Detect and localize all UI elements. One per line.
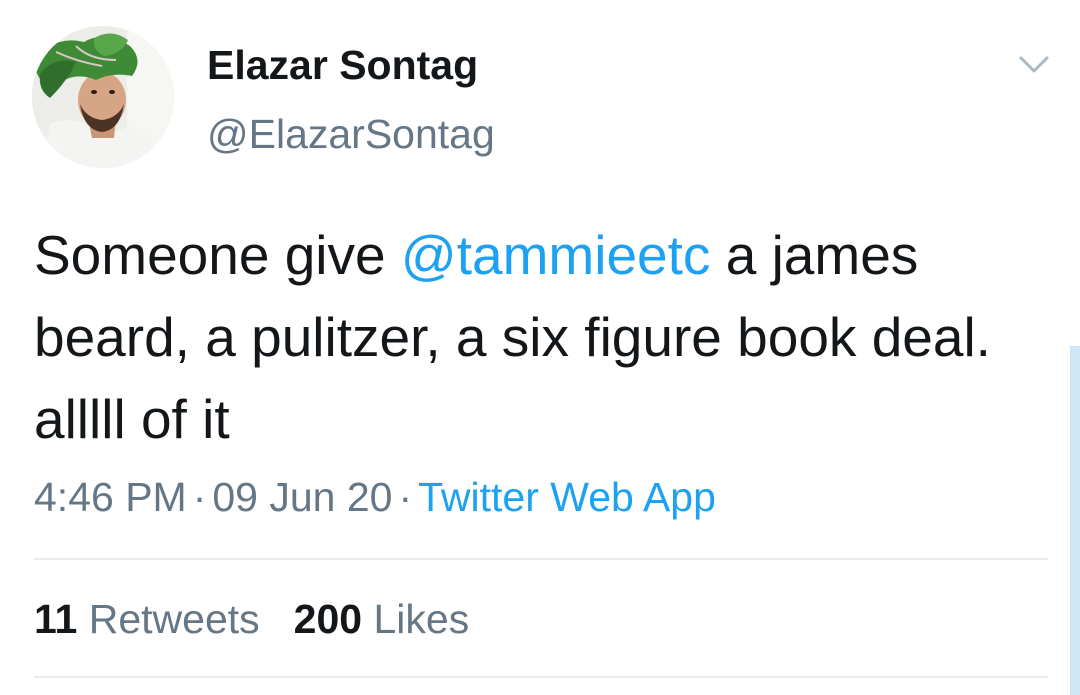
author-handle[interactable]: @ElazarSontag [207,111,495,158]
scrollbar[interactable] [1070,346,1080,695]
retweets-stat[interactable]: 11 Retweets [34,596,260,642]
retweets-count: 11 [34,596,78,642]
tweet-source-link[interactable]: Twitter Web App [418,474,716,520]
tweet-meta: 4:46 PM · 09 Jun 20 · Twitter Web App [34,474,716,521]
divider [34,558,1048,560]
likes-stat[interactable]: 200 Likes [294,596,470,642]
avatar-photo [32,26,174,168]
tweet-text-start: Someone give [34,224,401,286]
chevron-down-icon[interactable] [1016,50,1052,80]
retweets-label: Retweets [88,596,260,642]
likes-count: 200 [293,596,363,642]
author-display-name[interactable]: Elazar Sontag [207,42,478,89]
tweet-stats: 11 Retweets 200 Likes [34,596,469,643]
tweet-date[interactable]: 09 Jun 20 [212,474,392,520]
meta-separator: · [398,474,413,520]
avatar[interactable] [32,26,174,168]
meta-separator: · [192,474,207,520]
tweet-time[interactable]: 4:46 PM [34,474,187,520]
likes-label: Likes [373,596,470,642]
tweet-text: Someone give @tammieetc a james beard, a… [34,214,1044,460]
mention-link[interactable]: @tammieetc [401,224,711,286]
divider [34,676,1048,678]
